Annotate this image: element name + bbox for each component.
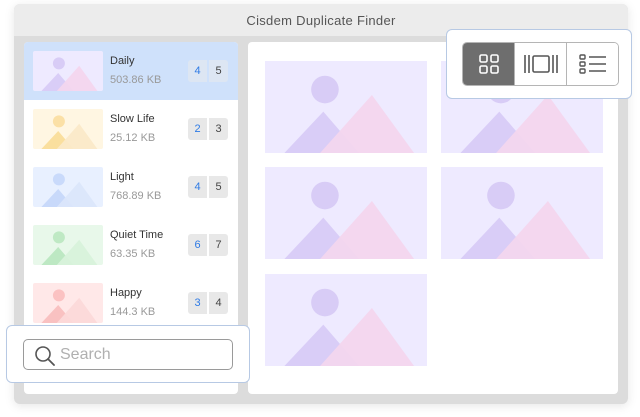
image-placeholder-icon [265, 167, 427, 259]
group-name: Slow Life [110, 113, 155, 125]
total-count: 5 [209, 176, 228, 198]
group-size: 25.12 KB [110, 132, 156, 144]
grid-view-button[interactable] [463, 43, 515, 85]
total-count: 3 [209, 118, 228, 140]
group-thumbnail [33, 225, 103, 265]
group-item-quiet-time[interactable]: Quiet Time 63.35 KB 6 7 [24, 216, 238, 274]
list-view-button[interactable] [567, 43, 618, 85]
image-placeholder-icon [33, 283, 103, 323]
view-mode-callout [446, 29, 632, 99]
group-name: Light [110, 171, 134, 183]
group-name: Happy [110, 287, 142, 299]
total-count: 4 [209, 292, 228, 314]
group-thumbnail [33, 283, 103, 323]
duplicate-count: 4 [188, 60, 207, 82]
search-callout [6, 325, 250, 383]
group-name: Daily [110, 55, 135, 67]
preview-image-tile[interactable] [265, 167, 427, 259]
image-placeholder-icon [441, 167, 603, 259]
search-input[interactable] [60, 343, 226, 366]
group-size: 768.89 KB [110, 190, 162, 202]
group-thumbnail [33, 51, 103, 91]
group-thumbnail [33, 167, 103, 207]
group-size: 144.3 KB [110, 306, 156, 318]
image-placeholder-icon [33, 167, 103, 207]
group-count-badge: 4 5 [188, 176, 228, 198]
group-size: 503.86 KB [110, 74, 162, 86]
preview-image-tile[interactable] [265, 274, 427, 366]
group-item-daily[interactable]: Daily 503.86 KB 4 5 [24, 42, 238, 100]
duplicate-count: 4 [188, 176, 207, 198]
duplicate-count: 6 [188, 234, 207, 256]
preview-image-tile[interactable] [265, 61, 427, 153]
view-mode-switcher[interactable] [462, 42, 619, 86]
group-item-light[interactable]: Light 768.89 KB 4 5 [24, 158, 238, 216]
group-count-badge: 6 7 [188, 234, 228, 256]
group-count-badge: 2 3 [188, 118, 228, 140]
total-count: 7 [209, 234, 228, 256]
list-view-icon [578, 54, 606, 74]
image-placeholder-icon [265, 274, 427, 366]
window-title: Cisdem Duplicate Finder [246, 12, 396, 28]
duplicate-count: 3 [188, 292, 207, 314]
image-placeholder-icon [33, 225, 103, 265]
carousel-view-button[interactable] [515, 43, 567, 85]
preview-image-tile[interactable] [441, 167, 603, 259]
group-item-slow-life[interactable]: Slow Life 25.12 KB 2 3 [24, 100, 238, 158]
group-item-happy[interactable]: Happy 144.3 KB 3 4 [24, 274, 238, 332]
group-count-badge: 4 5 [188, 60, 228, 82]
grid-view-icon [478, 54, 499, 74]
image-placeholder-icon [265, 61, 427, 153]
duplicate-count: 2 [188, 118, 207, 140]
total-count: 5 [209, 60, 228, 82]
group-count-badge: 3 4 [188, 292, 228, 314]
carousel-view-icon [523, 55, 558, 73]
search-icon [35, 346, 55, 366]
image-placeholder-icon [33, 51, 103, 91]
group-name: Quiet Time [110, 229, 164, 241]
search-box[interactable] [23, 339, 233, 370]
group-size: 63.35 KB [110, 248, 156, 260]
image-placeholder-icon [33, 109, 103, 149]
group-thumbnail [33, 109, 103, 149]
